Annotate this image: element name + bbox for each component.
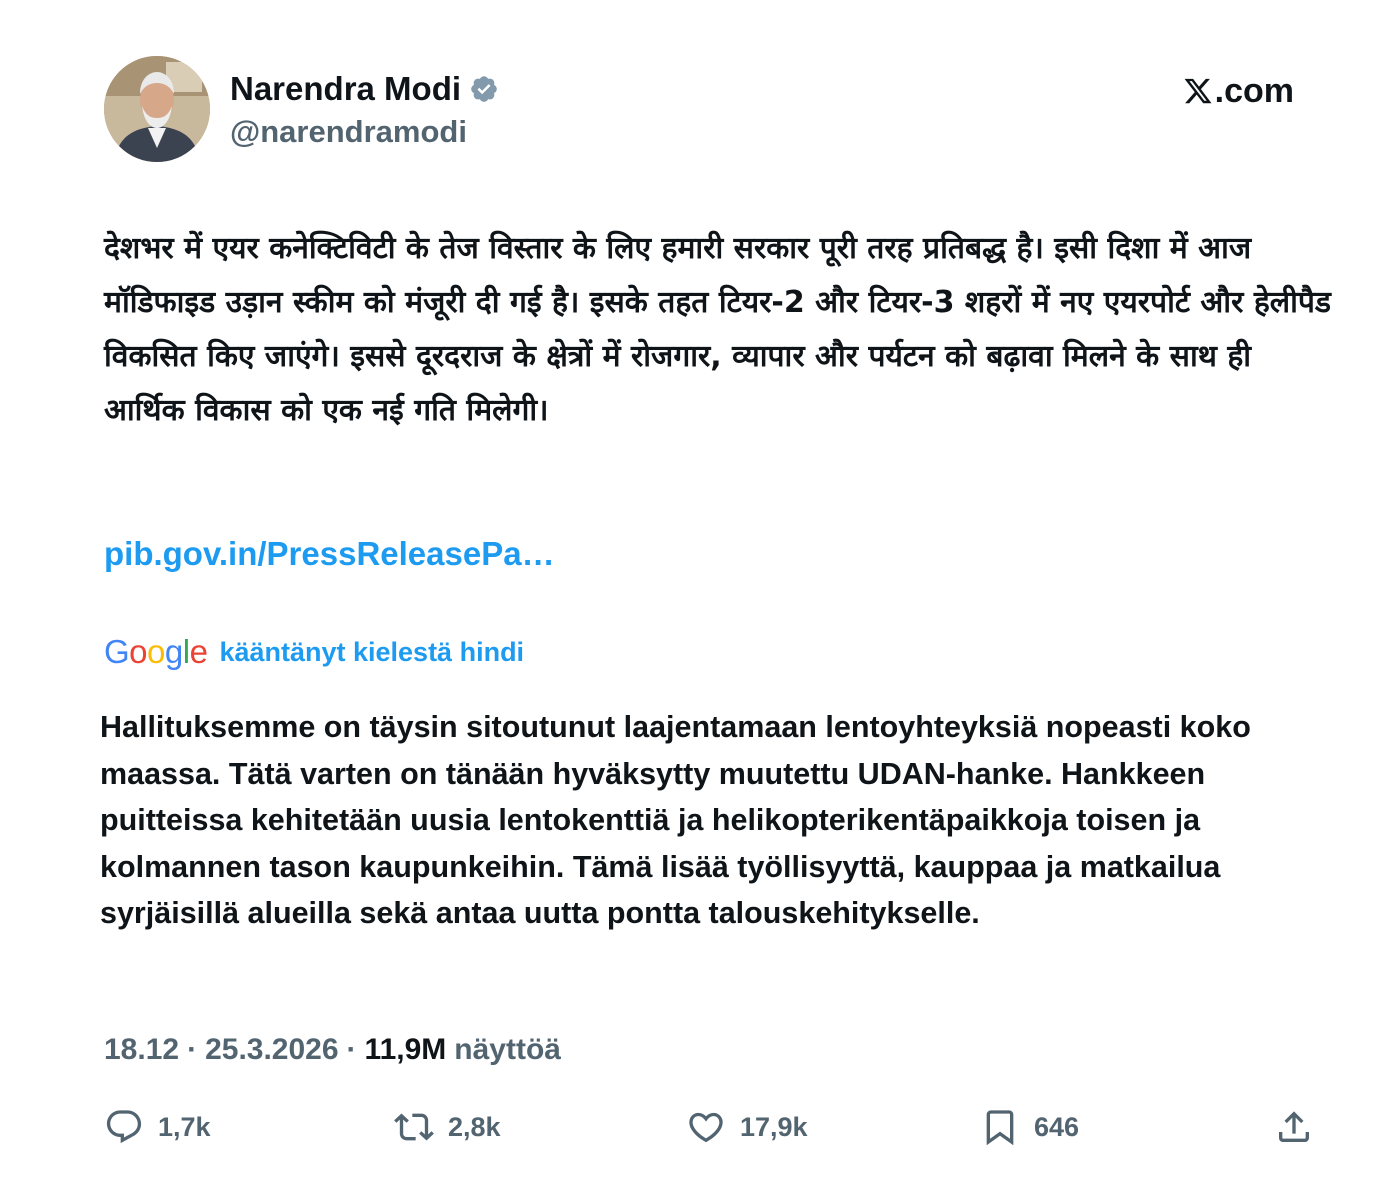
bookmark-icon [980,1107,1020,1147]
user-handle[interactable]: @narendramodi [230,114,467,150]
tweet-header: Narendra Modi @narendramodi .com [104,56,1294,162]
meta-separator: · [346,1033,357,1066]
tweet-date[interactable]: 25.3.2026 [205,1030,338,1070]
repost-icon [394,1107,434,1147]
share-icon [1274,1107,1314,1147]
x-logo-icon [1183,76,1213,106]
meta-separator: · [187,1033,198,1066]
reply-count: 1,7k [158,1112,211,1142]
brand-text: .com [1214,72,1294,110]
like-count: 17,9k [740,1112,808,1142]
views-count: 11,9M [364,1033,447,1066]
bookmark-count: 646 [1034,1112,1080,1142]
avatar-image [104,56,210,162]
translation-attribution: Google kääntänyt kielestä hindi [104,630,524,674]
bookmark-button[interactable]: 646 [980,1104,1079,1150]
translation-label[interactable]: kääntänyt kielestä hindi [219,632,524,672]
translated-text: Hallituksemme on täysin sitoutunut laaje… [100,710,1251,930]
views-label: näyttöä [454,1033,561,1066]
avatar[interactable] [104,56,210,162]
reply-button[interactable]: 1,7k [104,1104,211,1150]
reply-icon [104,1107,144,1147]
tweet-time[interactable]: 18.12 [104,1030,179,1070]
user-name-row: Narendra Modi [230,70,499,108]
tweet-text: देशभर में एयर कनेक्टिविटी के तेज विस्तार… [104,231,1331,428]
heart-icon [686,1107,726,1147]
verified-badge-icon [469,74,499,104]
share-button[interactable] [1274,1104,1314,1150]
tweet-link[interactable]: pib.gov.in/PressReleasePa… [104,532,555,576]
action-bar: 1,7k 2,8k 17,9k 646 [104,1104,1314,1150]
brand: .com [1183,72,1294,110]
repost-button[interactable]: 2,8k [394,1104,501,1150]
tweet-meta: 18.12 · 25.3.2026 · 11,9M näyttöä [104,1030,561,1070]
google-logo-icon: Google [104,633,208,670]
repost-count: 2,8k [448,1112,501,1142]
like-button[interactable]: 17,9k [686,1104,808,1150]
user-name[interactable]: Narendra Modi [230,70,461,108]
